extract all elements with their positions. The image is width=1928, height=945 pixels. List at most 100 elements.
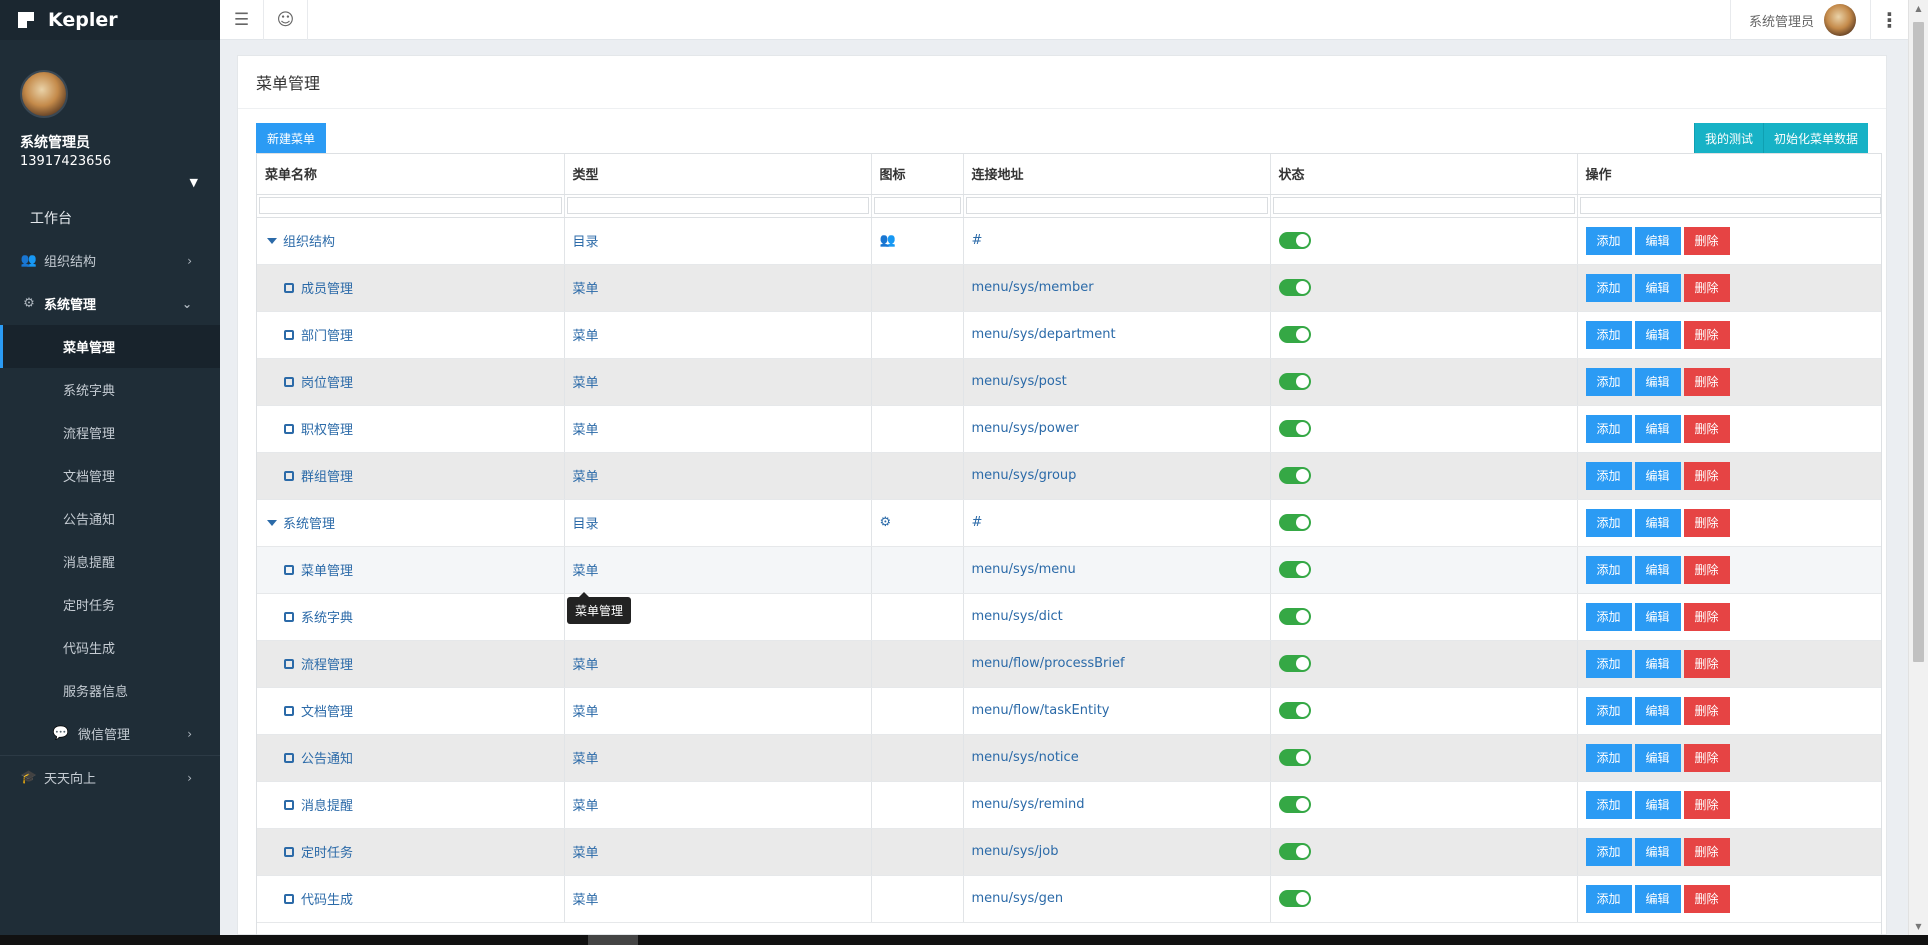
edit-button[interactable]: 编辑 xyxy=(1634,508,1681,537)
menu-name-cell[interactable]: 群组管理 xyxy=(301,466,353,485)
table-row[interactable]: 成员管理 菜单 menu/sys/member 添加 编辑 删除 xyxy=(257,264,1881,312)
sidebar-subitem-docs[interactable]: 文档管理 xyxy=(0,454,220,497)
sidebar-subitem-notice[interactable]: 公告通知 xyxy=(0,497,220,540)
status-toggle[interactable] xyxy=(1278,279,1311,296)
delete-button[interactable]: 删除 xyxy=(1683,414,1730,443)
new-menu-button[interactable]: 新建菜单 xyxy=(256,123,327,153)
column-header[interactable]: 类型 xyxy=(564,154,872,195)
column-header[interactable]: 连接地址 xyxy=(963,154,1271,195)
add-button[interactable]: 添加 xyxy=(1585,367,1632,396)
filter-input-type[interactable] xyxy=(566,197,869,214)
status-toggle[interactable] xyxy=(1278,608,1311,625)
table-row[interactable]: 岗位管理 菜单 menu/sys/post 添加 编辑 删除 xyxy=(257,358,1881,406)
table-row[interactable]: 系统管理 目录 ⚙ # 添加 编辑 删除 xyxy=(257,499,1881,547)
caret-down-icon[interactable] xyxy=(267,519,277,526)
sidebar-item-org[interactable]: 👥 组织结构 › xyxy=(0,239,220,282)
delete-button[interactable]: 删除 xyxy=(1683,743,1730,772)
table-row[interactable]: 群组管理 菜单 menu/sys/group 添加 编辑 删除 xyxy=(257,452,1881,500)
status-toggle[interactable] xyxy=(1278,655,1311,672)
sidebar-subitem-server[interactable]: 服务器信息 xyxy=(0,669,220,712)
brand[interactable]: Kepler xyxy=(0,0,220,40)
menu-name-cell[interactable]: 流程管理 xyxy=(301,654,353,673)
sidebar-subitem-remind[interactable]: 消息提醒 xyxy=(0,540,220,583)
delete-button[interactable]: 删除 xyxy=(1683,884,1730,913)
delete-button[interactable]: 删除 xyxy=(1683,649,1730,678)
menu-name-cell[interactable]: 岗位管理 xyxy=(301,372,353,391)
delete-button[interactable]: 删除 xyxy=(1683,320,1730,349)
scroll-down-icon[interactable]: ▼ xyxy=(1909,918,1928,935)
filter-input-actions[interactable] xyxy=(1579,197,1881,214)
menu-name-cell[interactable]: 组织结构 xyxy=(283,231,335,250)
edit-button[interactable]: 编辑 xyxy=(1634,414,1681,443)
scrollbar-thumb[interactable] xyxy=(1913,22,1924,662)
status-toggle[interactable] xyxy=(1278,702,1311,719)
smiley-icon[interactable]: ☺ xyxy=(264,0,308,40)
edit-button[interactable]: 编辑 xyxy=(1634,273,1681,302)
status-toggle[interactable] xyxy=(1278,890,1311,907)
table-row[interactable]: 职权管理 菜单 menu/sys/power 添加 编辑 删除 xyxy=(257,405,1881,453)
column-header[interactable]: 操作 xyxy=(1577,154,1881,195)
menu-name-cell[interactable]: 系统字典 xyxy=(301,607,353,626)
status-toggle[interactable] xyxy=(1278,843,1311,860)
sidebar-item-sys[interactable]: ⚙ 系统管理 ⌄ xyxy=(0,282,220,325)
delete-button[interactable]: 删除 xyxy=(1683,226,1730,255)
menu-name-cell[interactable]: 定时任务 xyxy=(301,842,353,861)
status-toggle[interactable] xyxy=(1278,561,1311,578)
delete-button[interactable]: 删除 xyxy=(1683,837,1730,866)
sidebar-subitem-job[interactable]: 定时任务 xyxy=(0,583,220,626)
filter-input-status[interactable] xyxy=(1272,197,1575,214)
menu-name-cell[interactable]: 职权管理 xyxy=(301,419,353,438)
delete-button[interactable]: 删除 xyxy=(1683,461,1730,490)
add-button[interactable]: 添加 xyxy=(1585,461,1632,490)
menu-name-cell[interactable]: 部门管理 xyxy=(301,325,353,344)
status-toggle[interactable] xyxy=(1278,467,1311,484)
edit-button[interactable]: 编辑 xyxy=(1634,696,1681,725)
delete-button[interactable]: 删除 xyxy=(1683,555,1730,584)
edit-button[interactable]: 编辑 xyxy=(1634,837,1681,866)
table-row[interactable]: 定时任务 菜单 menu/sys/job 添加 编辑 删除 xyxy=(257,828,1881,876)
table-row[interactable]: 代码生成 菜单 menu/sys/gen 添加 编辑 删除 xyxy=(257,875,1881,923)
caret-down-icon[interactable] xyxy=(267,237,277,244)
sidebar-item-daily[interactable]: 🎓 天天向上 › xyxy=(0,756,220,799)
status-toggle[interactable] xyxy=(1278,514,1311,531)
sidebar-subitem-process[interactable]: 流程管理 xyxy=(0,411,220,454)
status-toggle[interactable] xyxy=(1278,326,1311,343)
table-row[interactable]: 流程管理 菜单 menu/flow/processBrief 添加 编辑 删除 xyxy=(257,640,1881,688)
edit-button[interactable]: 编辑 xyxy=(1634,602,1681,631)
menu-name-cell[interactable]: 文档管理 xyxy=(301,701,353,720)
add-button[interactable]: 添加 xyxy=(1585,884,1632,913)
menu-name-cell[interactable]: 系统管理 xyxy=(283,513,335,532)
table-row[interactable]: 菜单管理 菜单 menu/sys/menu 添加 编辑 删除 xyxy=(257,546,1881,594)
table-row[interactable]: 文档管理 菜单 menu/flow/taskEntity 添加 编辑 删除 xyxy=(257,687,1881,735)
status-toggle[interactable] xyxy=(1278,373,1311,390)
add-button[interactable]: 添加 xyxy=(1585,508,1632,537)
edit-button[interactable]: 编辑 xyxy=(1634,461,1681,490)
status-toggle[interactable] xyxy=(1278,749,1311,766)
add-button[interactable]: 添加 xyxy=(1585,273,1632,302)
add-button[interactable]: 添加 xyxy=(1585,414,1632,443)
add-button[interactable]: 添加 xyxy=(1585,602,1632,631)
hamburger-menu-icon[interactable]: ☰ xyxy=(220,0,264,40)
edit-button[interactable]: 编辑 xyxy=(1634,320,1681,349)
sidebar-item-wechat[interactable]: 💬 微信管理 › xyxy=(0,712,220,755)
edit-button[interactable]: 编辑 xyxy=(1634,226,1681,255)
edit-button[interactable]: 编辑 xyxy=(1634,743,1681,772)
menu-name-cell[interactable]: 公告通知 xyxy=(301,748,353,767)
profile-name[interactable]: 系统管理员 xyxy=(20,132,200,152)
column-header[interactable]: 图标 xyxy=(871,154,964,195)
add-button[interactable]: 添加 xyxy=(1585,555,1632,584)
menu-name-cell[interactable]: 菜单管理 xyxy=(301,560,353,579)
filter-input-url[interactable] xyxy=(965,197,1268,214)
edit-button[interactable]: 编辑 xyxy=(1634,790,1681,819)
delete-button[interactable]: 删除 xyxy=(1683,790,1730,819)
table-row[interactable]: 系统字典 菜单 menu/sys/dict 添加 编辑 删除 xyxy=(257,593,1881,641)
init-menu-data-button[interactable]: 初始化菜单数据 xyxy=(1762,123,1868,153)
avatar[interactable] xyxy=(20,70,68,118)
header-user[interactable]: 系统管理员 xyxy=(1729,0,1870,40)
delete-button[interactable]: 删除 xyxy=(1683,602,1730,631)
menu-name-cell[interactable]: 成员管理 xyxy=(301,278,353,297)
table-row[interactable]: 公告通知 菜单 menu/sys/notice 添加 编辑 删除 xyxy=(257,734,1881,782)
my-test-button[interactable]: 我的测试 xyxy=(1693,123,1763,153)
taskbar-item[interactable] xyxy=(588,935,638,945)
edit-button[interactable]: 编辑 xyxy=(1634,555,1681,584)
